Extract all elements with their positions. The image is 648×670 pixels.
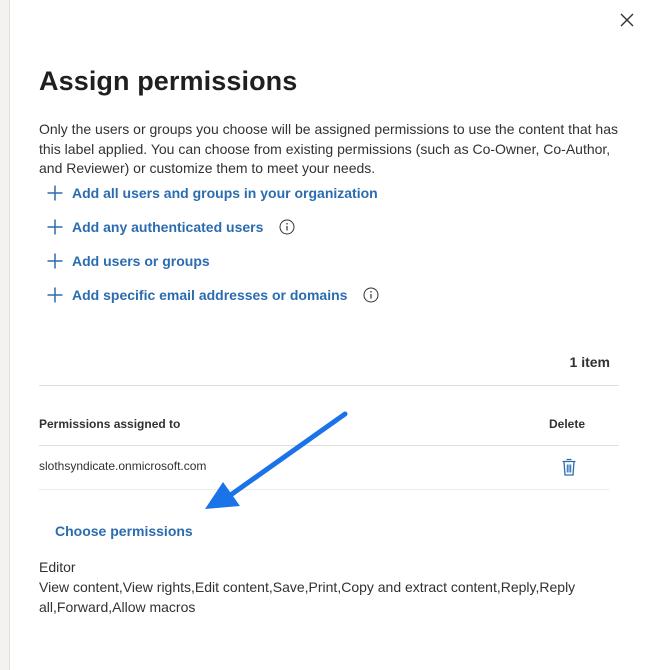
table-row-divider [39, 489, 609, 490]
plus-icon [47, 219, 63, 235]
add-all-users-and-groups-button[interactable]: Add all users and groups in your organiz… [46, 182, 378, 204]
plus-icon [47, 287, 63, 303]
delete-button[interactable] [560, 457, 578, 477]
item-count: 1 item [569, 354, 610, 370]
action-label: Add all users and groups in your organiz… [72, 185, 378, 201]
info-icon[interactable] [279, 219, 295, 235]
action-label: Add any authenticated users [72, 219, 264, 235]
add-email-addresses-or-domains-button[interactable]: Add specific email addresses or domains [46, 284, 379, 306]
column-header-delete: Delete [549, 417, 586, 431]
column-header-assigned-to: Permissions assigned to [39, 417, 181, 431]
table-header-divider [39, 445, 619, 446]
trash-icon [562, 458, 576, 476]
panel-title: Assign permissions [39, 66, 298, 96]
panel-description: Only the users or groups you choose will… [39, 121, 618, 176]
permission-rights: View content,View rights,Edit content,Sa… [39, 579, 576, 615]
close-icon [620, 13, 634, 27]
permission-role: Editor [39, 559, 76, 575]
choose-permissions-link[interactable]: Choose permissions [55, 523, 193, 539]
add-users-or-groups-button[interactable]: Add users or groups [46, 250, 210, 272]
plus-icon [47, 253, 63, 269]
close-button[interactable] [616, 9, 638, 31]
plus-icon [47, 185, 63, 201]
info-icon[interactable] [363, 287, 379, 303]
action-label: Add users or groups [72, 253, 210, 269]
background-page-edge [0, 0, 10, 670]
assigned-to-cell: slothsyndicate.onmicrosoft.com [39, 459, 207, 473]
divider [39, 385, 619, 386]
annotation-arrow [205, 411, 348, 509]
add-authenticated-users-button[interactable]: Add any authenticated users [46, 216, 295, 238]
action-label: Add specific email addresses or domains [72, 287, 348, 303]
